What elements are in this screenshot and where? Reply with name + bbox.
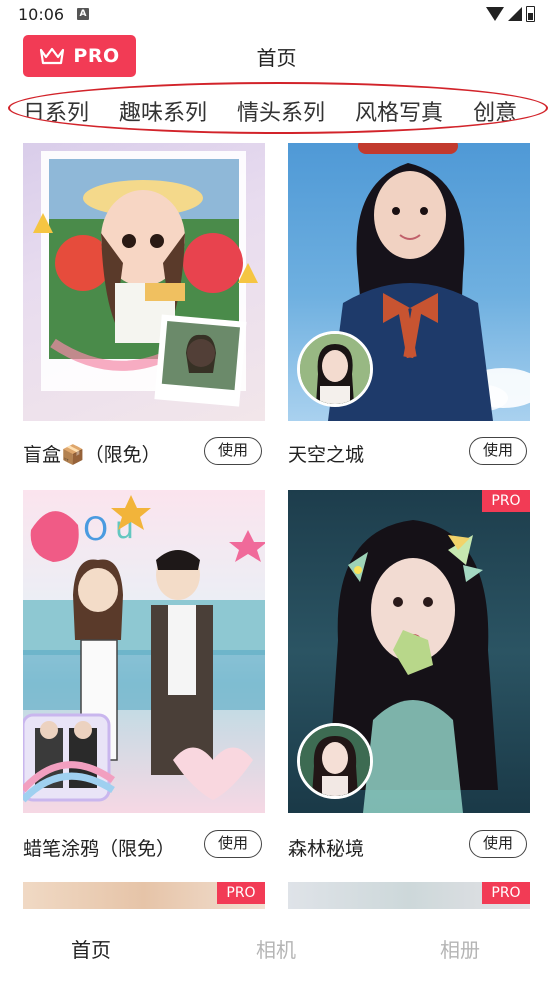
nav-camera[interactable]: 相机 [256,934,296,963]
template-thumbnail[interactable]: PRO [288,882,530,909]
pro-badge: PRO [482,882,530,904]
template-title: 森林秘境 [288,838,365,860]
nav-album[interactable]: 相册 [440,934,480,963]
use-button[interactable]: 使用 [204,437,262,465]
pro-badge: PRO [482,490,530,512]
signal-icon [508,7,522,21]
svg-text:O: O [83,510,108,548]
status-time: 10:06 [18,5,65,24]
notification-icon: A [77,8,89,20]
template-title: 天空之城 [288,444,365,466]
battery-icon [526,6,535,22]
template-card[interactable]: PRO [23,882,265,909]
status-bar: 10:06 A [0,0,553,30]
template-title: 盲盒📦（限免） [23,444,161,466]
template-thumbnail[interactable]: O u [23,490,265,813]
template-card[interactable]: 天空之城 使用 [288,143,530,473]
tab-category-4[interactable]: 创意 [473,95,517,127]
use-button[interactable]: 使用 [469,437,527,465]
source-avatar [297,723,373,799]
wifi-icon [486,7,504,21]
template-card[interactable]: O u 蜡笔涂鸦（限免） 使用 [23,490,265,870]
page-title: 首页 [256,46,297,70]
crayon-illustration: O u [23,495,265,803]
bottom-nav: 首页 相机 相册 [0,909,553,984]
tab-category-0[interactable]: 日系列 [23,95,89,127]
template-card[interactable]: 盲盒📦（限免） 使用 [23,143,265,473]
tab-category-2[interactable]: 情头系列 [237,95,325,127]
blindbox-illustration [33,151,258,407]
nav-home[interactable]: 首页 [71,934,111,963]
template-card[interactable]: PRO [288,882,530,909]
tab-category-3[interactable]: 风格写真 [355,95,443,127]
template-thumbnail[interactable]: PRO [288,490,530,813]
use-button[interactable]: 使用 [204,830,262,858]
pro-badge: PRO [217,882,265,904]
avatar-photo [300,726,370,796]
status-icons [486,6,535,22]
template-thumbnail[interactable]: PRO [23,882,265,909]
template-thumbnail[interactable] [288,143,530,421]
page-title-wrap: 首页 [0,42,553,71]
template-card[interactable]: PRO 森林秘境 使用 [288,490,530,870]
category-row: 日系列 趣味系列 情头系列 风格写真 创意 [23,95,546,127]
template-title: 蜡笔涂鸦（限免） [23,838,176,860]
use-button[interactable]: 使用 [469,830,527,858]
category-tabs[interactable]: 日系列 趣味系列 情头系列 风格写真 创意 [8,82,548,134]
source-avatar [297,331,373,407]
template-thumbnail[interactable] [23,143,265,421]
tab-category-1[interactable]: 趣味系列 [119,95,207,127]
avatar-photo [300,334,370,404]
